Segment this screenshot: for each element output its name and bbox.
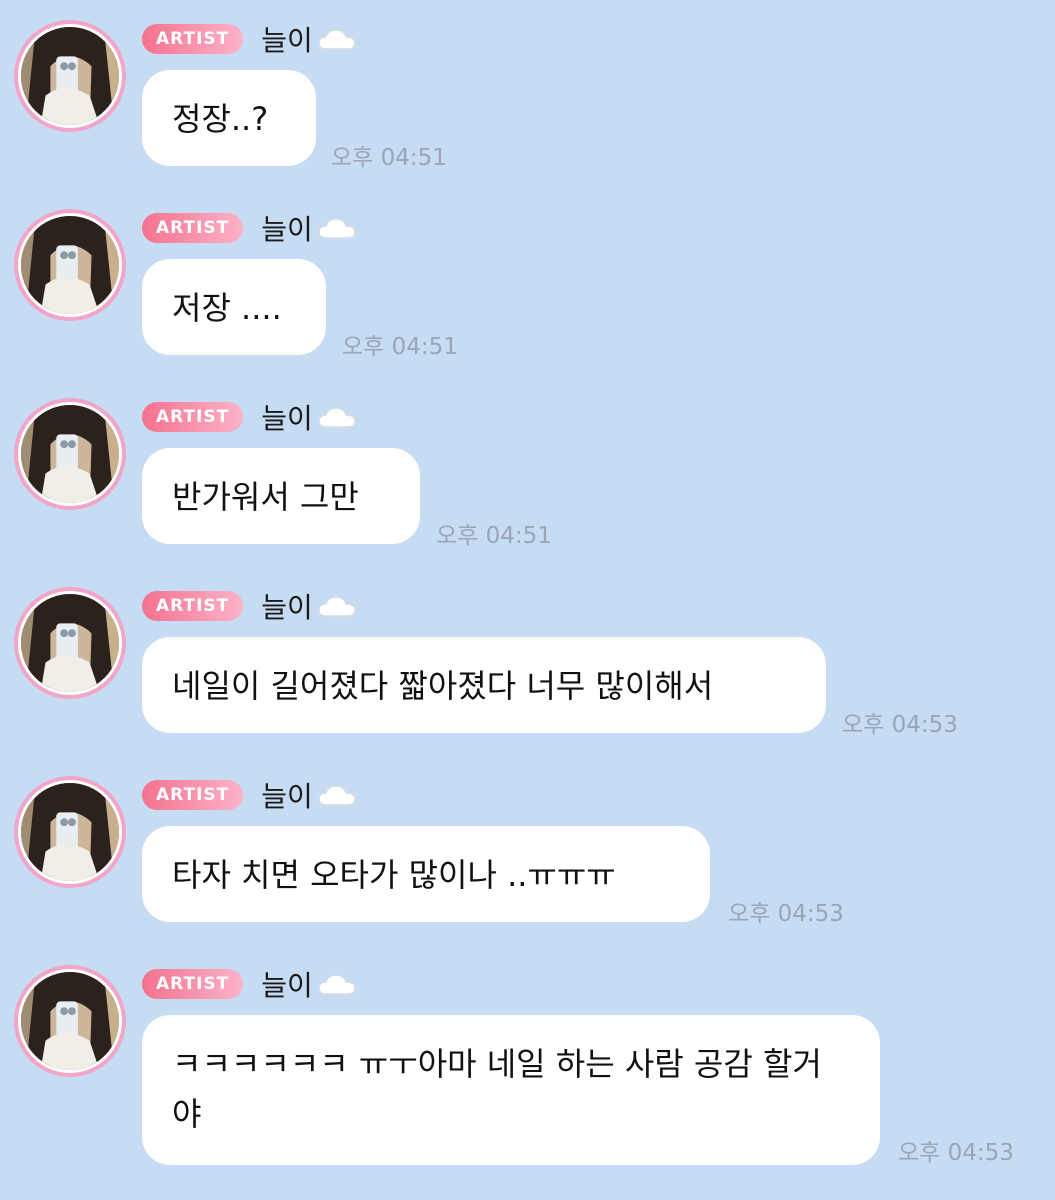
cloud-icon — [318, 218, 356, 239]
avatar-image — [21, 405, 119, 503]
avatar-photo — [18, 780, 122, 884]
avatar-photo — [18, 213, 122, 317]
message-time: 오후 04:51 — [331, 145, 447, 171]
avatar-photo — [18, 24, 122, 128]
avatar[interactable] — [14, 776, 126, 888]
chat-list: ARTIST 늘이 정장..? 오후 04:51 ARTIST 늘이 저장 ..… — [0, 0, 1055, 1200]
message-time: 오후 04:53 — [728, 901, 844, 927]
sender-name[interactable]: 늘이 — [261, 964, 313, 1004]
avatar-image — [21, 972, 119, 1070]
sender-row: ARTIST 늘이 — [142, 397, 357, 437]
message-item: ARTIST 늘이 정장..? 오후 04:51 — [0, 19, 1055, 171]
cloud-icon — [318, 407, 356, 428]
message-bubble[interactable]: 저장 .... — [142, 259, 326, 355]
message-time: 오후 04:53 — [842, 712, 958, 738]
message-bubble[interactable]: 정장..? — [142, 70, 316, 166]
avatar[interactable] — [14, 209, 126, 321]
sender-row: ARTIST 늘이 — [142, 19, 357, 59]
cloud-icon — [318, 785, 356, 806]
message-bubble[interactable]: 네일이 길어졌다 짧아졌다 너무 많이해서 — [142, 637, 826, 733]
avatar[interactable] — [14, 587, 126, 699]
avatar-photo — [18, 591, 122, 695]
avatar-photo — [18, 402, 122, 506]
artist-badge: ARTIST — [142, 591, 244, 621]
avatar-image — [21, 27, 119, 125]
avatar-image — [21, 594, 119, 692]
sender-row: ARTIST 늘이 — [142, 775, 357, 815]
avatar-image — [21, 216, 119, 314]
artist-badge: ARTIST — [142, 969, 244, 999]
avatar[interactable] — [14, 398, 126, 510]
artist-badge: ARTIST — [142, 780, 244, 810]
cloud-icon — [318, 974, 356, 995]
message-time: 오후 04:51 — [342, 334, 458, 360]
sender-row: ARTIST 늘이 — [142, 586, 357, 626]
avatar-image — [21, 783, 119, 881]
message-bubble[interactable]: 타자 치면 오타가 많이나 ..ㅠㅠㅠ — [142, 826, 710, 922]
avatar[interactable] — [14, 20, 126, 132]
artist-badge: ARTIST — [142, 402, 244, 432]
message-item: ARTIST 늘이 ㅋㅋㅋㅋㅋㅋ ㅠㅜ아마 네일 하는 사람 공감 할거야 오후… — [0, 965, 1055, 1185]
sender-name[interactable]: 늘이 — [261, 586, 313, 626]
message-bubble[interactable]: 반가워서 그만 — [142, 448, 420, 544]
avatar-photo — [18, 969, 122, 1073]
sender-name[interactable]: 늘이 — [261, 208, 313, 248]
sender-row: ARTIST 늘이 — [142, 208, 357, 248]
message-item: ARTIST 늘이 네일이 길어졌다 짧아졌다 너무 많이해서 오후 04:53 — [0, 586, 1055, 738]
cloud-icon — [318, 29, 356, 50]
message-item: ARTIST 늘이 타자 치면 오타가 많이나 ..ㅠㅠㅠ 오후 04:53 — [0, 775, 1055, 927]
sender-name[interactable]: 늘이 — [261, 775, 313, 815]
message-time: 오후 04:51 — [436, 523, 552, 549]
message-item: ARTIST 늘이 저장 .... 오후 04:51 — [0, 208, 1055, 360]
avatar[interactable] — [14, 965, 126, 1077]
artist-badge: ARTIST — [142, 213, 244, 243]
cloud-icon — [318, 596, 356, 617]
message-item: ARTIST 늘이 반가워서 그만 오후 04:51 — [0, 397, 1055, 549]
sender-row: ARTIST 늘이 — [142, 964, 357, 1004]
artist-badge: ARTIST — [142, 24, 244, 54]
message-time: 오후 04:53 — [898, 1140, 1014, 1166]
sender-name[interactable]: 늘이 — [261, 19, 313, 59]
sender-name[interactable]: 늘이 — [261, 397, 313, 437]
message-bubble[interactable]: ㅋㅋㅋㅋㅋㅋ ㅠㅜ아마 네일 하는 사람 공감 할거야 — [142, 1015, 880, 1165]
